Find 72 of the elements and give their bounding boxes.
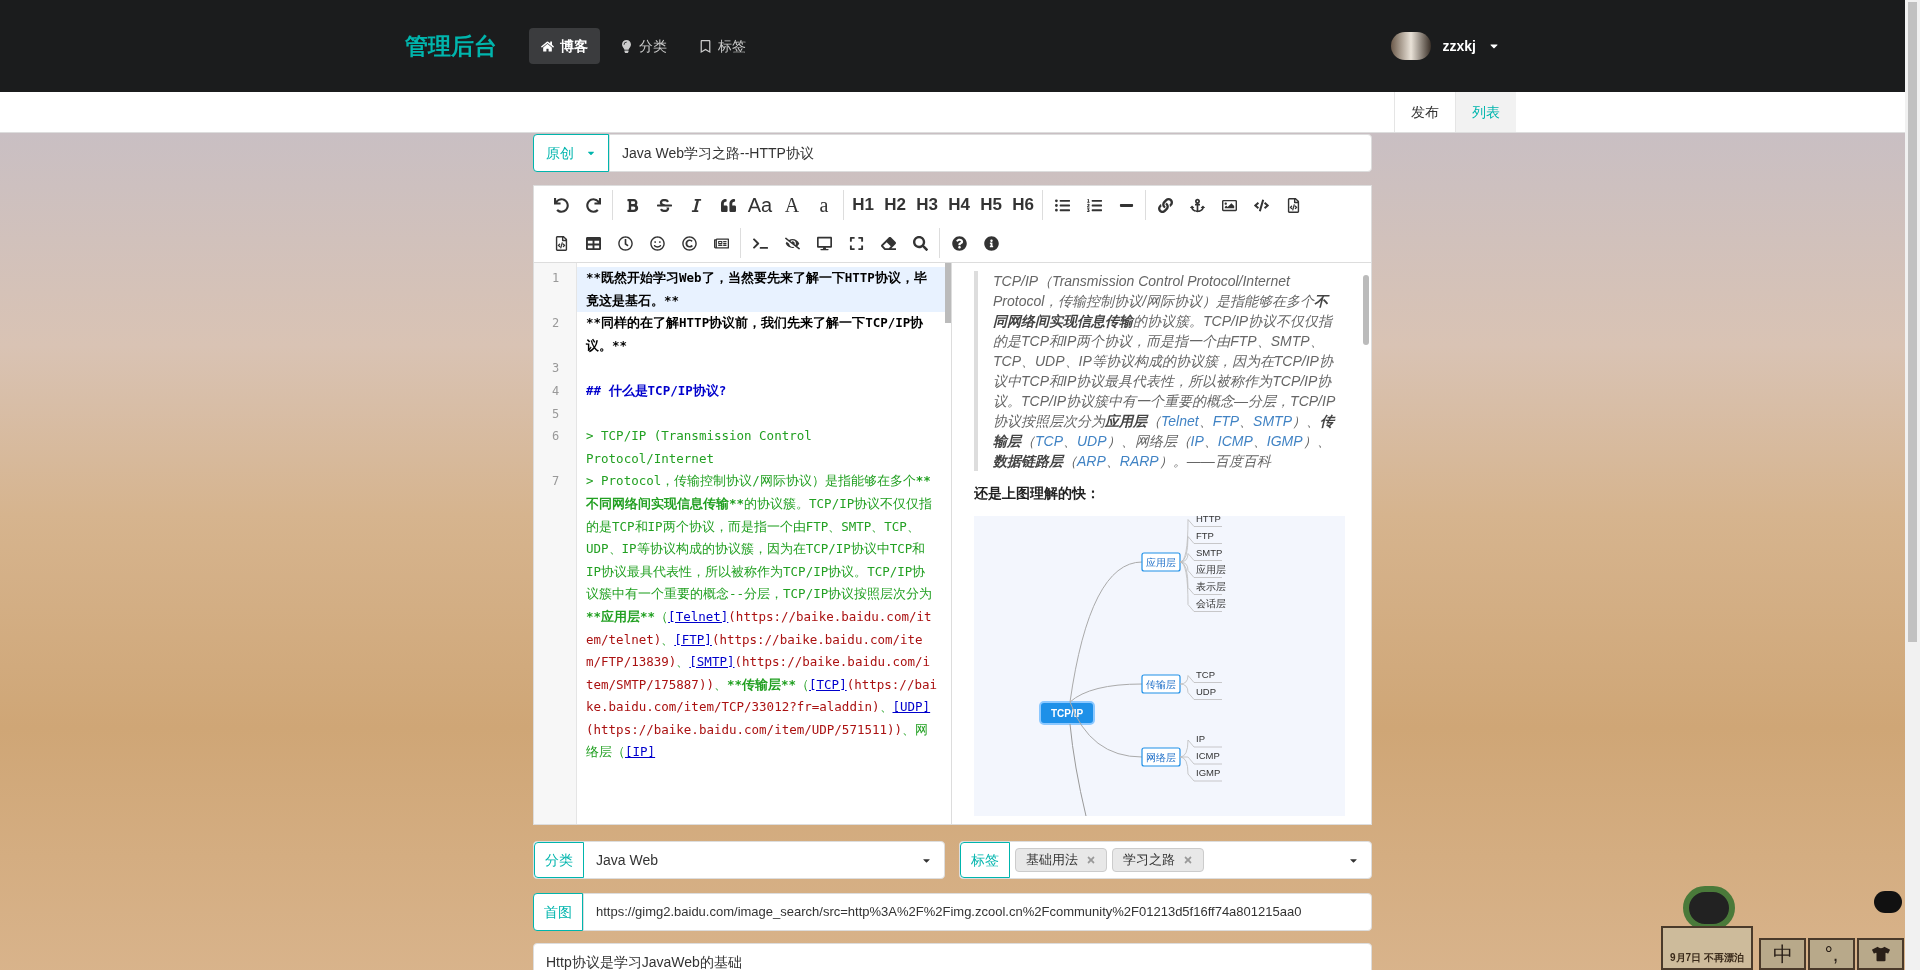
line-number: 5 (550, 405, 561, 423)
mindmap-leaf: 会话层 (1196, 597, 1226, 609)
line-number: 7 (550, 473, 561, 491)
toolbar-button[interactable]: H6 (1008, 190, 1038, 220)
select-value: Java Web (595, 850, 659, 870)
toolbar-button[interactable]: H4 (944, 190, 974, 220)
description-textarea[interactable]: Http协议是学习JavaWeb的基础 (533, 943, 1372, 970)
link[interactable]: ICMP (1217, 433, 1253, 449)
nav-item[interactable]: 标签 (687, 28, 758, 64)
toolbar-button[interactable]: H1 (848, 190, 878, 220)
scrollbar (945, 263, 951, 323)
tag-chip: 基础用法 (1015, 848, 1107, 872)
toolbar-button[interactable]: Aa (745, 190, 775, 220)
field-label: 分类 (534, 842, 584, 878)
mindmap-node: TCP/IP (1039, 701, 1095, 725)
toolbar-button[interactable]: A (777, 190, 807, 220)
nav-item[interactable]: 分类 (608, 28, 679, 64)
toolbar-button[interactable]: H5 (976, 190, 1006, 220)
link[interactable]: FTP (1212, 413, 1240, 429)
line-number: 4 (550, 382, 561, 400)
toolbar-button[interactable]: H2 (880, 190, 910, 220)
mindmap-leaf: 应用层 (1196, 563, 1226, 575)
code-line: **同样的在了解HTTP协议前，我们先来了解一下TCP/IP协议。** (585, 314, 925, 355)
toolbar-button[interactable]: H3 (912, 190, 942, 220)
nav-item[interactable]: 博客 (529, 28, 600, 64)
category-select[interactable]: 分类 Java Web (533, 841, 945, 879)
link[interactable]: UDP (1077, 433, 1107, 449)
title-input[interactable]: Java Web学习之路--HTTP协议 (609, 134, 1372, 172)
mindmap-node: 应用层 (1141, 552, 1181, 572)
mindmap-leaf: FTP (1196, 529, 1214, 541)
line-number: 6 (550, 428, 561, 446)
widget-button[interactable]: °, (1808, 938, 1855, 970)
user-avatar (1390, 32, 1431, 60)
scrollbar (1363, 275, 1369, 345)
paragraph: 还是上图理解的快： (974, 484, 1101, 503)
site-logo: 管理后台 (405, 31, 497, 61)
field-label: 首图 (533, 893, 583, 931)
link[interactable]: SMTP (1253, 413, 1292, 429)
mindmap-leaf: SMTP (1196, 546, 1223, 558)
code-line: > TCP/IP (Transmission Control Protocol/Internet (585, 427, 813, 468)
sign-text: 9月7日 不再漂泊 (1670, 950, 1744, 965)
mindmap-node: 网络层 (1141, 747, 1181, 767)
lightbulb-icon (620, 39, 633, 53)
mindmap-leaf: 表示层 (1196, 580, 1226, 592)
home-icon (541, 39, 554, 53)
bookmark-icon (699, 39, 712, 53)
mindmap-leaf: IGMP (1196, 767, 1221, 778)
link[interactable]: TCP (1035, 433, 1063, 449)
mindmap-leaf: TCP (1196, 668, 1215, 680)
mindmap-node: 传输层 (1141, 674, 1181, 694)
link[interactable]: IP (1190, 433, 1204, 449)
link[interactable]: Telnet (1161, 413, 1199, 429)
user-menu[interactable]: zzxkj (1442, 35, 1500, 57)
tag-chip: 学习之路 (1112, 848, 1204, 872)
toolbar-button[interactable]: a (809, 190, 839, 220)
mindmap-leaf: ICMP (1196, 750, 1220, 761)
line-number: 3 (550, 360, 561, 378)
cover-url-input[interactable]: https://gimg2.baidu.com/image_search/src=http%3A%2F%2Fimg.zcool.cn%2Fcommunity%2F01213d5f16ff74a801215aa0 (583, 893, 1372, 931)
quote-paragraph: TCP/IP（Transmission Control Protocol/Internet Protocol，传输控制协议/网际协议）是指能够在多个不同网络间实现信息传输的协议簇。TCP/IP协议不仅仅指的是TCP和IP两个协议，而是指一个由FTP、SMTP、TCP、UDP、IP等协议构成的协议簇，因为在TCP/IP协议中TCP和IP协议最具代表性，所以被称作为TCP/IP协议。TCP/IP协议簇中有一个重要的概念—分层，TCP/IP协议按照层次分为应用层（Telnet、FTP、SMTP）、传输层（TCP、UDP）、网络层（IP、ICMP、IGMP）、 数据链路层（ARP、RARP）。——百度百科 (993, 272, 1337, 471)
code-line: > Protocol，传输控制协议/网际协议）是指能够在多个** 不同网络间实现信息传输**的协议簇。TCP/IP协议不仅仅指的是TCP和IP两个协议，而是指一个由FTP、SMTP、TCP、UDP、IP等协议构成的协议簇，因为在TCP/IP协议中TCP和IP协议最具代表性，所以被称作为TCP/IP协议。TCP/IP协议簇中有一个重要的概念--分层，TCP/IP协议按照层次分为 **应用层**（[Telnet](https://baike.baidu.com/item/telnet)、[FTP](https://baike.baidu.com/item/FTP/13839)、[SMTP](https://baike.baidu.com/item/SMTP/175887))、**传输层**（[TCP](https://baike.baidu.com/item/TCP/33012?fr=aladdin)、[UDP] (https://baike.baidu.com/item/UDP/571511))、网络层（[IP] (585, 472, 938, 762)
line-number: 2 (550, 315, 561, 333)
code-line: ## 什么是TCP/IP协议? (585, 381, 728, 400)
field-label: 标签 (960, 842, 1010, 878)
link[interactable]: IGMP (1266, 433, 1303, 449)
widget-button[interactable]: 中 (1759, 938, 1806, 970)
link[interactable]: ARP (1077, 453, 1106, 469)
mindmap-leaf: UDP (1196, 685, 1217, 697)
link[interactable]: RARP (1119, 453, 1159, 469)
shirt-icon (1871, 945, 1890, 963)
widget-button[interactable] (1857, 938, 1904, 970)
line-number: 1 (550, 270, 561, 287)
mindmap-leaf: IP (1196, 733, 1205, 744)
